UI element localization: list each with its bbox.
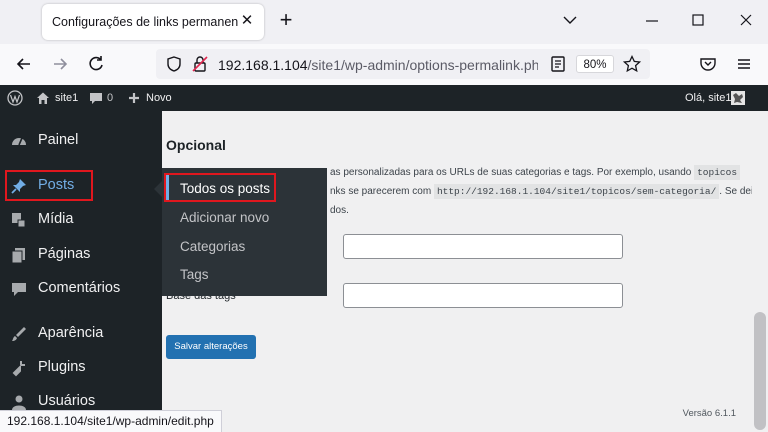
admin-sidebar: Painel Posts Mídia Páginas Comentários A… <box>0 111 162 432</box>
dashboard-icon <box>12 137 26 146</box>
maximize-icon[interactable] <box>686 10 710 32</box>
tab-close-icon[interactable]: ✕ <box>238 12 256 30</box>
plugins-icon <box>12 361 25 377</box>
chevron-down-icon[interactable] <box>562 12 578 28</box>
sidebar-item-label: Comentários <box>38 280 121 296</box>
hamburger-menu-icon[interactable] <box>734 54 754 74</box>
url-path: /site1/wp-admin/options-permalink.php <box>307 57 538 73</box>
plus-icon[interactable] <box>126 90 142 106</box>
appearance-icon <box>12 327 26 341</box>
wp-version: Versão 6.1.1 <box>682 408 736 419</box>
code-snippet: http://192.168.1.104/site1/topicos/sem-c… <box>433 184 720 199</box>
posts-highlight-box <box>5 170 93 201</box>
home-icon[interactable] <box>35 90 51 106</box>
tab-title: Configurações de links permanentes <box>52 15 238 29</box>
insecure-lock-icon[interactable] <box>190 54 210 74</box>
tag-base-input[interactable] <box>343 283 623 308</box>
greeting-text[interactable]: Olá, site1 <box>685 85 731 111</box>
sidebar-item-label: Plugins <box>38 359 86 375</box>
shield-icon[interactable] <box>164 54 184 74</box>
section-title: Opcional <box>166 137 226 153</box>
pocket-icon[interactable] <box>698 54 718 74</box>
new-content-link[interactable]: Novo <box>146 85 172 111</box>
url-text[interactable]: 192.168.1.104/site1/wp-admin/options-per… <box>218 57 538 73</box>
reader-view-icon[interactable] <box>548 54 568 74</box>
window-close-icon[interactable] <box>734 10 758 32</box>
description-text: as personalizadas para os URLs de suas c… <box>330 167 692 178</box>
reload-icon[interactable] <box>86 54 106 74</box>
avatar[interactable] <box>731 91 745 105</box>
submenu-item-tags[interactable]: Tags <box>180 267 209 282</box>
sidebar-item-label: Painel <box>38 132 79 148</box>
sidebar-item-paginas[interactable]: Páginas <box>0 238 162 272</box>
media-icon <box>12 213 26 228</box>
submenu-item-add-new[interactable]: Adicionar novo <box>180 210 269 225</box>
sidebar-item-label: Aparência <box>38 325 104 341</box>
url-host: 192.168.1.104 <box>218 57 308 73</box>
comments-count[interactable]: 0 <box>107 85 113 111</box>
browser-navbar: 192.168.1.104/site1/wp-admin/options-per… <box>0 44 768 85</box>
browser-tab-strip: Configurações de links permanentes ✕ + <box>0 0 768 44</box>
wordpress-logo-icon[interactable] <box>7 90 23 106</box>
sidebar-item-label: Mídia <box>38 211 74 227</box>
save-changes-button[interactable]: Salvar alterações <box>166 335 256 359</box>
description-text: dos. <box>330 205 349 216</box>
admin-bar-site-name[interactable]: site1 <box>55 85 78 111</box>
minimize-icon[interactable] <box>640 10 664 32</box>
zoom-level[interactable]: 80% <box>576 55 614 73</box>
all-posts-highlight-box <box>164 173 276 202</box>
sidebar-item-plugins[interactable]: Plugins <box>0 351 162 385</box>
submenu-item-categories[interactable]: Categorias <box>180 239 245 254</box>
scrollbar-thumb[interactable] <box>754 312 766 430</box>
flyout-arrow <box>154 181 162 197</box>
bookmark-star-icon[interactable] <box>622 54 642 74</box>
description-text: nks se parecerem com <box>330 186 432 197</box>
users-icon <box>12 395 26 410</box>
category-base-input[interactable] <box>343 234 623 259</box>
back-arrow-icon[interactable] <box>14 54 34 74</box>
url-bar[interactable]: 192.168.1.104/site1/wp-admin/options-per… <box>156 49 650 79</box>
sidebar-item-painel[interactable]: Painel <box>0 124 162 158</box>
browser-tab[interactable]: Configurações de links permanentes ✕ <box>42 4 264 40</box>
forward-arrow-icon[interactable] <box>50 54 70 74</box>
sidebar-item-comentarios[interactable]: Comentários <box>0 272 162 306</box>
code-snippet: topicos <box>694 165 741 180</box>
sidebar-item-aparencia[interactable]: Aparência <box>0 317 162 351</box>
comments-icon <box>12 283 26 296</box>
pages-icon <box>11 248 25 264</box>
link-status-bar: 192.168.1.104/site1/wp-admin/edit.php <box>0 410 222 432</box>
sidebar-item-label: Usuários <box>38 393 96 409</box>
new-tab-button[interactable]: + <box>276 9 296 31</box>
sidebar-item-midia[interactable]: Mídia <box>0 203 162 237</box>
comment-bubble-icon[interactable] <box>88 90 104 106</box>
sidebar-item-label: Páginas <box>38 246 91 262</box>
wp-admin-bar: site1 0 Novo Olá, site1 <box>0 85 768 111</box>
